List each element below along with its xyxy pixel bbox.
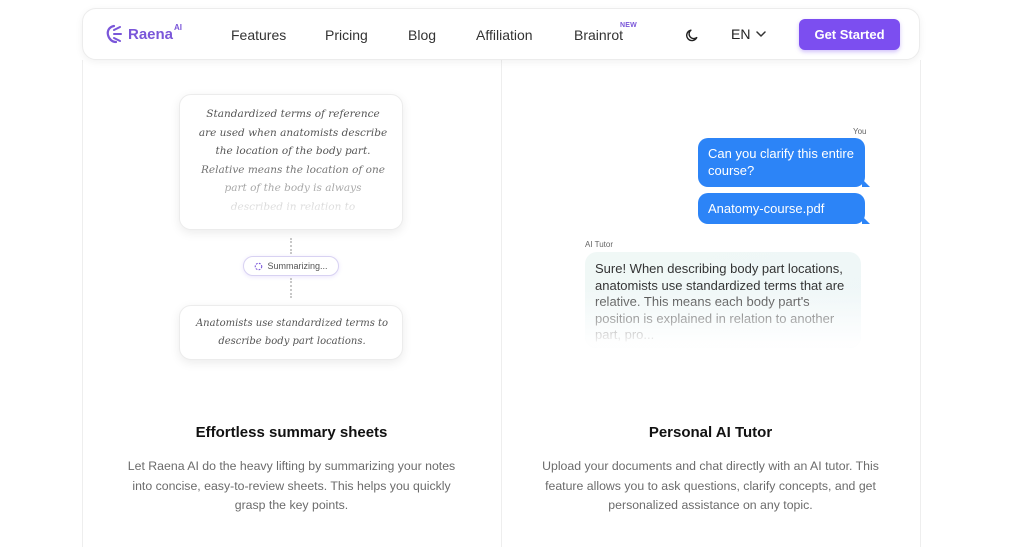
navbar: Raena AI Features Pricing Blog Affiliati…: [82, 8, 920, 60]
ai-message-fade: [585, 286, 861, 348]
you-label: You: [853, 127, 867, 136]
user-file-bubble: Anatomy-course.pdf: [698, 193, 870, 224]
logo[interactable]: Raena AI: [105, 22, 183, 44]
column-divider-left: [82, 60, 83, 547]
summary-feature-description: Let Raena AI do the heavy lifting by sum…: [127, 459, 456, 512]
summary-feature-title: Effortless summary sheets: [195, 424, 388, 441]
moon-icon[interactable]: [685, 28, 700, 43]
spinner-icon: [255, 262, 263, 270]
summarizing-label: Summarizing...: [267, 261, 328, 271]
user-message-text: Can you clarify this entire course?: [708, 146, 854, 178]
connector-dots-bottom: [290, 278, 292, 298]
logo-text: Raena: [128, 25, 174, 43]
nav-link-affiliation[interactable]: Affiliation: [476, 27, 533, 43]
user-file-text: Anatomy-course.pdf: [708, 201, 825, 216]
summary-text: Anatomists use standardized terms to des…: [195, 318, 389, 347]
ai-tutor-label: AI Tutor: [585, 240, 614, 249]
notes-fade: [180, 159, 402, 229]
nav-link-blog[interactable]: Blog: [408, 27, 436, 43]
raena-logo-icon: [106, 24, 122, 44]
nav-link-pricing[interactable]: Pricing: [325, 27, 368, 43]
summary-card: Anatomists use standardized terms to des…: [179, 305, 403, 360]
column-divider-middle: [501, 60, 502, 547]
chevron-down-icon: [756, 31, 767, 37]
language-label: EN: [731, 26, 751, 42]
logo-superscript: AI: [174, 22, 183, 32]
bubble-tail: [862, 179, 870, 187]
ai-message-bubble: Sure! When describing body part location…: [585, 252, 861, 348]
tutor-feature-title: Personal AI Tutor: [648, 424, 773, 441]
tutor-feature-description: Upload your documents and chat directly …: [542, 459, 879, 512]
user-message-bubble: Can you clarify this entire course?: [698, 138, 870, 187]
new-badge: NEW: [620, 22, 637, 29]
language-selector[interactable]: EN: [731, 26, 767, 42]
connector-dots-top: [290, 238, 292, 254]
summarizing-pill: Summarizing...: [243, 256, 339, 276]
get-started-button[interactable]: Get Started: [799, 19, 900, 50]
bubble-tail: [862, 216, 870, 224]
column-divider-right: [920, 60, 921, 547]
nav-link-features[interactable]: Features: [231, 27, 286, 43]
notes-card: Standardized terms of reference are used…: [179, 94, 403, 230]
nav-link-brainrot[interactable]: Brainrot: [574, 27, 623, 43]
